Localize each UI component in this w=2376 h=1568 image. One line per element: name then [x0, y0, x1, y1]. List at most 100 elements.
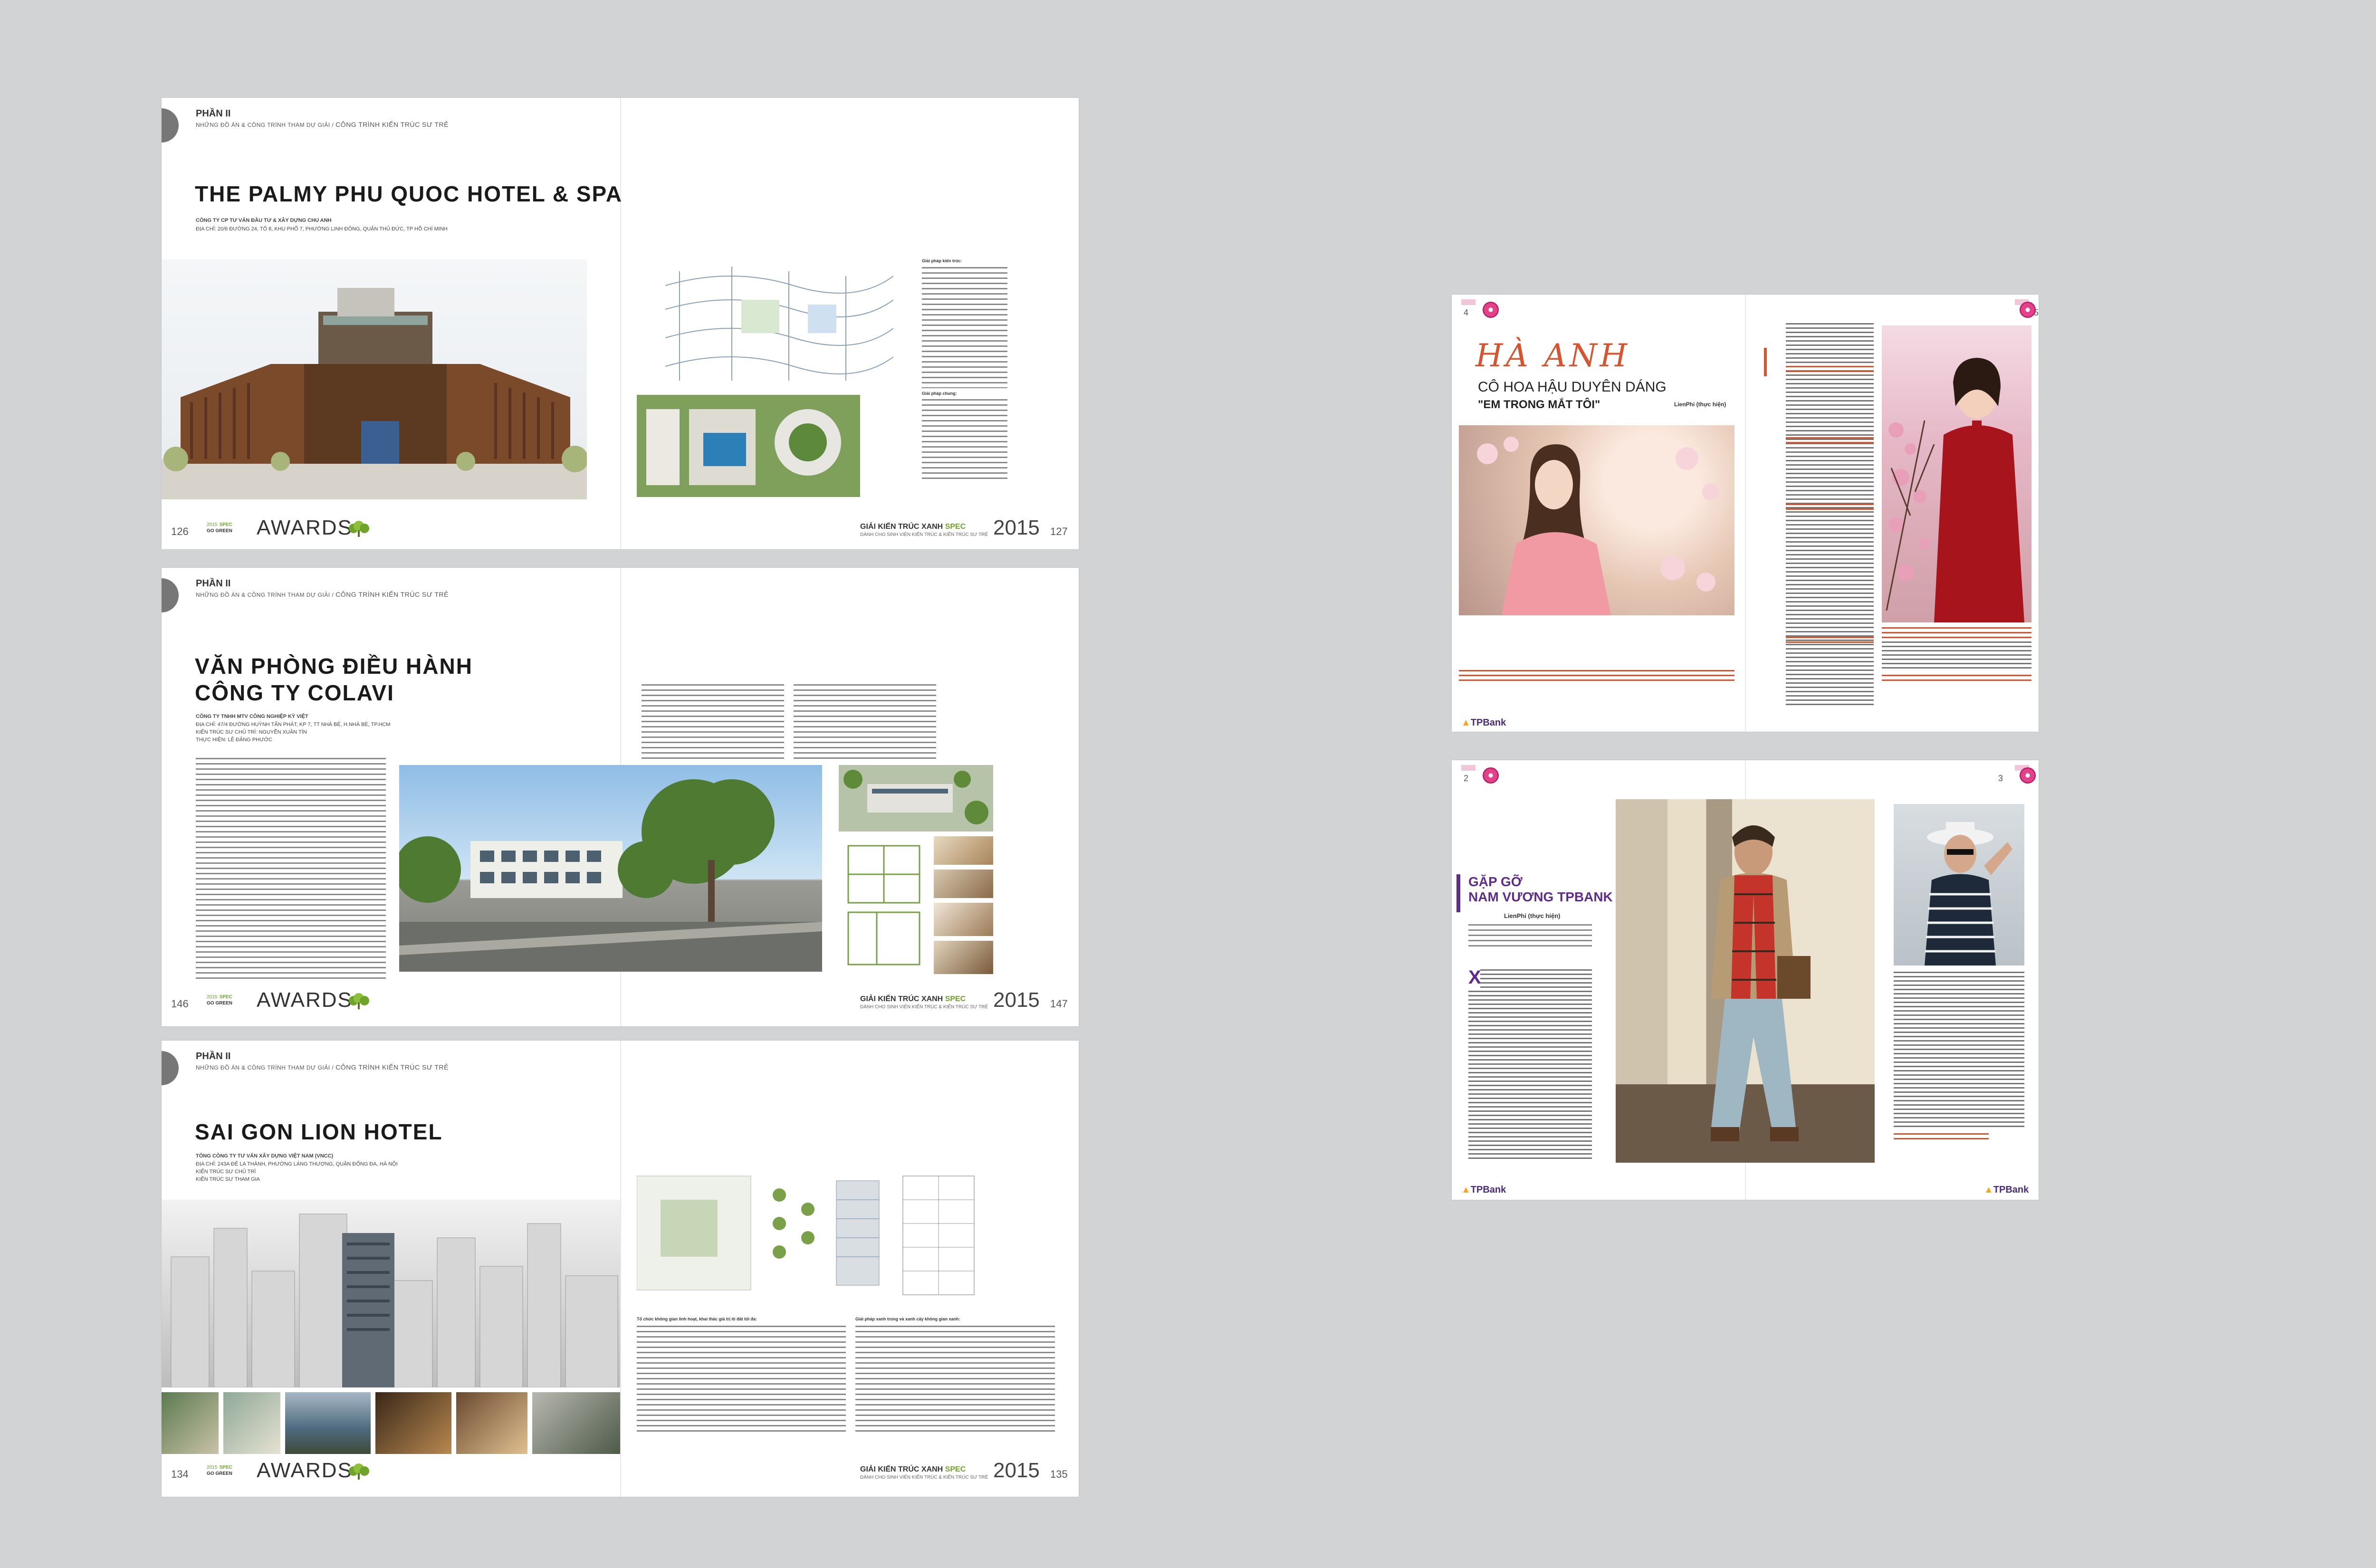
page-title: THE PALMY PHU QUOC HOTEL & SPA: [195, 182, 623, 206]
flower-icon: [2020, 767, 2036, 784]
page-number-left: 126: [171, 526, 189, 537]
corner-tag-left: [1461, 765, 1475, 771]
magazine-spread-nam-vuong: 2 3 GẶP GỠ NAM VƯƠNG TPBANK LienPhi (thự…: [1452, 760, 2039, 1200]
landscape-plan-image: [637, 395, 860, 497]
giai-title: GIẢI KIẾN TRÚC XANH SPEC: [860, 523, 966, 531]
giai-title: GIẢI KIẾN TRÚC XANH SPEC: [860, 995, 966, 1003]
part-label: PHẦN II: [196, 578, 231, 589]
giai-subtitle: DÀNH CHO SINH VIÊN KIẾN TRÚC & KIẾN TRÚC…: [860, 1004, 988, 1010]
award-logo: 2015 SPEC GO GREEN: [207, 994, 232, 1006]
portrait-photo-right: [1882, 325, 2031, 622]
company-name: TỔNG CÔNG TY TƯ VẤN XÂY DỰNG VIỆT NAM (V…: [196, 1153, 334, 1159]
subhead: "EM TRONG MẮT TÔI": [1478, 398, 1600, 411]
byline: LienPhi (thực hiện): [1504, 912, 1561, 919]
hotel-render-image: [162, 259, 587, 499]
model-photo-left: [1616, 799, 1875, 1163]
gutter: [620, 1041, 621, 1497]
intro-text: [1468, 924, 1592, 950]
section-tab: [162, 578, 179, 612]
company-address: ĐỊA CHỈ: 20/6 ĐƯỜNG 24, TỔ 8, KHU PHỐ 7,…: [196, 226, 448, 232]
photo-strip-3: [285, 1392, 371, 1454]
award-logo: 2015 SPEC GO GREEN: [207, 1465, 232, 1476]
city-render-image: [162, 1200, 620, 1387]
closing-quote: [1882, 675, 2031, 684]
tpbank-logo-left: ▲TPBank: [1461, 1185, 1506, 1195]
portrait-photo-left: [1459, 425, 1734, 615]
photo-strip-4: [375, 1392, 451, 1454]
company-name: CÔNG TY TNHH MTV CÔNG NGHIỆP KỲ VIỆT: [196, 714, 308, 719]
page-number-left: 134: [171, 1468, 189, 1480]
page-title-line-2: CÔNG TY COLAVI: [195, 680, 394, 705]
tpbank-logo-right: ▲TPBank: [1984, 1185, 2029, 1195]
company-address: ĐỊA CHỈ: 243A ĐÊ LA THÀNH, PHƯỜNG LÁNG T…: [196, 1161, 398, 1167]
model-photo-right: [1894, 804, 2024, 966]
awards-wordmark: AWARDS: [257, 988, 353, 1012]
gutter: [1745, 295, 1746, 732]
photo-strip-6: [532, 1392, 620, 1454]
question-highlight-1: [1786, 366, 1874, 375]
giai-year: 2015: [993, 516, 1040, 539]
headline-line-2: NAM VƯƠNG TPBANK: [1468, 889, 1613, 904]
body-text-column: [1786, 323, 1874, 706]
aerial-render-image: [839, 765, 993, 832]
question-highlight-3: [1786, 504, 1874, 513]
headline: CÔ HOA HẬU DUYÊN DÁNG: [1478, 379, 1667, 395]
spread-saigon-lion: PHẦN II NHỮNG ĐỒ ÁN & CÔNG TRÌNH THAM DỰ…: [162, 1041, 1079, 1497]
gutter: [620, 98, 621, 549]
page-title: SAI GON LION HOTEL: [195, 1119, 443, 1144]
company-address: ĐỊA CHỈ: 47/4 ĐƯỜNG HUỲNH TẤN PHÁT, KP 7…: [196, 722, 391, 727]
body-text-column-2: [1468, 991, 1592, 1162]
flower-icon: [2020, 302, 2036, 318]
page-number-right: 135: [1050, 1468, 1068, 1480]
spread-palmy: PHẦN II NHỮNG ĐỒ ÁN & CÔNG TRÌNH THAM DỰ…: [162, 98, 1079, 549]
interior-image-3: [934, 903, 993, 936]
section-heading-left: Tổ chức không gian linh hoạt, khai thác …: [637, 1317, 757, 1321]
giai-subtitle: DÀNH CHO SINH VIÊN KIẾN TRÚC & KIẾN TRÚC…: [860, 532, 988, 537]
award-logo: 2015 SPEC GO GREEN: [207, 522, 232, 534]
awards-wordmark: AWARDS: [257, 516, 353, 539]
flower-icon: [1483, 302, 1499, 318]
question-highlight-4: [1786, 637, 1874, 646]
body-text-column-1: [1480, 969, 1592, 988]
photo-strip-2: [223, 1392, 280, 1454]
site-plan-drawing: [637, 257, 917, 390]
giai-year: 2015: [993, 988, 1040, 1012]
body-text-column-middle: [642, 684, 784, 763]
page-number-left: 146: [171, 998, 189, 1010]
breadcrumb: NHỮNG ĐỒ ÁN & CÔNG TRÌNH THAM DỰ GIẢI / …: [196, 591, 449, 598]
right-caption: [1882, 627, 2031, 639]
spread-colavi: PHẦN II NHỮNG ĐỒ ÁN & CÔNG TRÌNH THAM DỰ…: [162, 568, 1079, 1026]
office-render-image: [399, 765, 822, 972]
closing-quote: [1894, 1133, 1989, 1142]
photo-strip-5: [456, 1392, 527, 1454]
page-title-line-1: VĂN PHÒNG ĐIỀU HÀNH: [195, 654, 473, 679]
tpbank-logo: ▲TPBank: [1461, 717, 1506, 728]
page-number-left: 2: [1464, 774, 1469, 783]
headline-line-1: GẶP GỠ: [1468, 874, 1523, 889]
corner-tag-left: [1461, 299, 1475, 305]
section-heading-right: Giải pháp xanh trong và xanh cấy không g…: [855, 1317, 960, 1321]
giai-title: GIẢI KIẾN TRÚC XANH SPEC: [860, 1465, 966, 1473]
body-text-column-2: [922, 399, 1007, 480]
part-label: PHẦN II: [196, 1051, 231, 1061]
magazine-spread-ha-anh: 4 5 HÀ ANH CÔ HOA HẬU DUYÊN DÁNG "EM TRO…: [1452, 295, 2039, 732]
part-label: PHẦN II: [196, 108, 231, 119]
page-number-right: 147: [1050, 998, 1068, 1010]
body-text-column-right: [855, 1326, 1055, 1435]
breadcrumb: NHỮNG ĐỒ ÁN & CÔNG TRÌNH THAM DỰ GIẢI / …: [196, 1063, 449, 1071]
awards-wordmark: AWARDS: [257, 1459, 353, 1482]
team: THỰC HIỆN: LÊ ĐĂNG PHƯỚC: [196, 737, 272, 743]
accent-bar: [1456, 874, 1460, 912]
section-tab: [162, 108, 179, 143]
giai-year: 2015: [993, 1459, 1040, 1482]
script-name: HÀ ANH: [1475, 337, 1630, 374]
body-text-column-right: [794, 684, 936, 763]
masterplan-diagram: [637, 1171, 979, 1300]
section-tab: [162, 1051, 179, 1085]
giai-subtitle: DÀNH CHO SINH VIÊN KIẾN TRÚC & KIẾN TRÚC…: [860, 1475, 988, 1480]
drop-cap: X: [1468, 967, 1481, 988]
body-text-column-right: [1894, 972, 2024, 1128]
floor-plan-image: [839, 836, 929, 974]
interior-image-4: [934, 941, 993, 974]
body-text-column-right: [1882, 641, 2031, 670]
